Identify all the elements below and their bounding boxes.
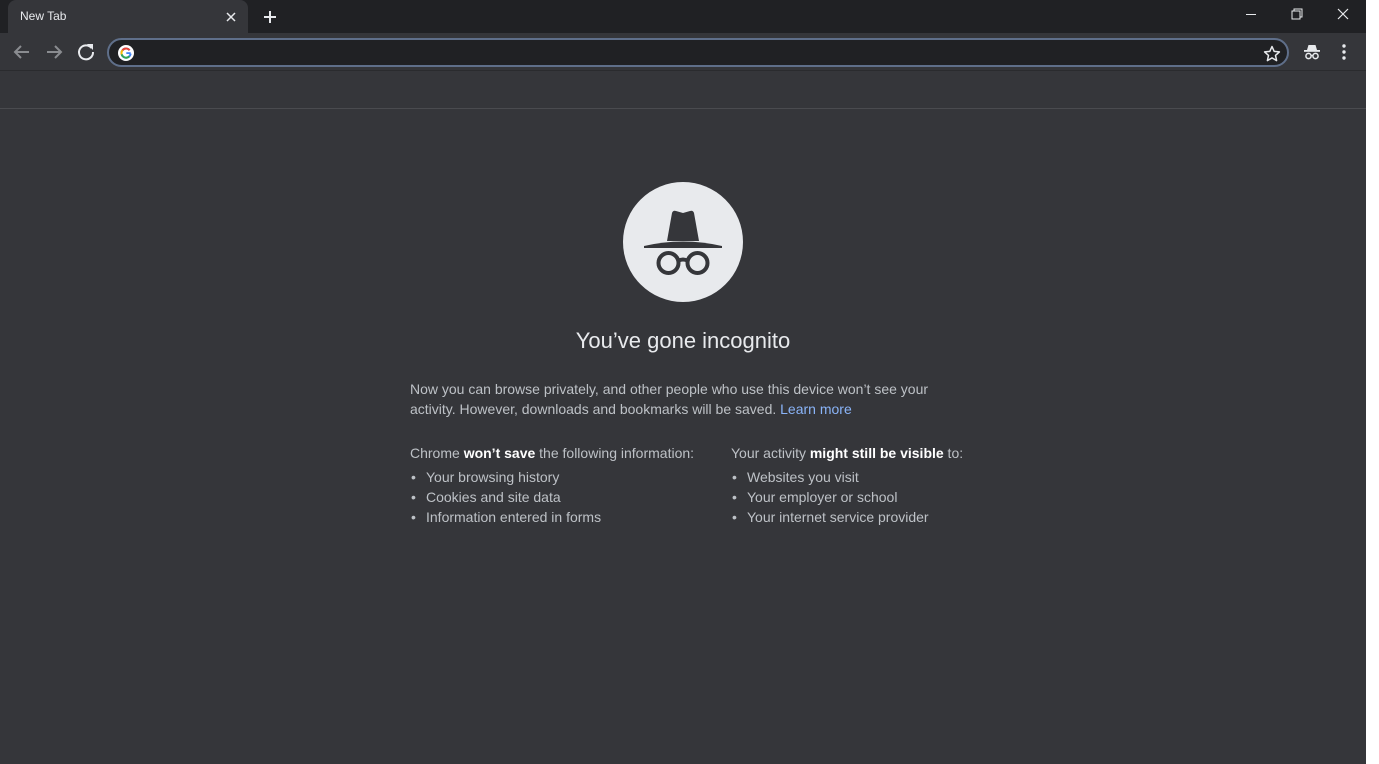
minimize-icon[interactable] (1228, 0, 1274, 32)
incognito-logo (623, 182, 743, 302)
wont-save-list: Your browsing history Cookies and site d… (410, 467, 720, 527)
list-item: Your internet service provider (731, 507, 1061, 527)
toolbar (0, 34, 1366, 71)
reload-icon[interactable] (72, 38, 100, 66)
intro-paragraph: Now you can browse privately, and other … (410, 379, 970, 419)
close-icon[interactable] (222, 8, 240, 26)
tab-new-tab[interactable]: New Tab (8, 0, 248, 34)
arrow-right-icon[interactable] (40, 38, 68, 66)
tab-title: New Tab (20, 9, 67, 23)
still-visible-column: Your activity might still be visible to:… (731, 443, 1061, 527)
address-input[interactable] (143, 43, 1243, 63)
incognito-page: You’ve gone incognito Now you can browse… (0, 110, 1366, 764)
bookmark-bar (0, 71, 1366, 109)
list-item: Information entered in forms (410, 507, 720, 527)
arrow-left-icon[interactable] (8, 38, 36, 66)
star-icon[interactable] (1261, 43, 1283, 65)
list-item: Websites you visit (731, 467, 1061, 487)
list-item: Cookies and site data (410, 487, 720, 507)
close-icon[interactable] (1320, 0, 1366, 32)
still-visible-list: Websites you visit Your employer or scho… (731, 467, 1061, 527)
incognito-icon (644, 210, 722, 275)
still-visible-heading: Your activity might still be visible to: (731, 445, 964, 461)
google-g-icon (118, 45, 134, 61)
restore-icon[interactable] (1274, 0, 1320, 32)
list-item: Your browsing history (410, 467, 720, 487)
incognito-icon[interactable] (1300, 40, 1324, 64)
tab-strip: New Tab (0, 0, 1366, 34)
wont-save-column: Chrome won’t save the following informat… (410, 443, 720, 527)
plus-icon[interactable] (258, 5, 282, 29)
learn-more-link[interactable]: Learn more (780, 401, 852, 417)
page-title: You’ve gone incognito (575, 328, 791, 353)
wont-save-heading: Chrome won’t save the following informat… (410, 445, 695, 461)
browser-window: New Tab You’ve gone incognito Now you ca… (0, 0, 1366, 764)
list-item: Your employer or school (731, 487, 1061, 507)
kebab-menu-icon[interactable] (1334, 40, 1354, 64)
omnibox[interactable] (107, 38, 1289, 67)
